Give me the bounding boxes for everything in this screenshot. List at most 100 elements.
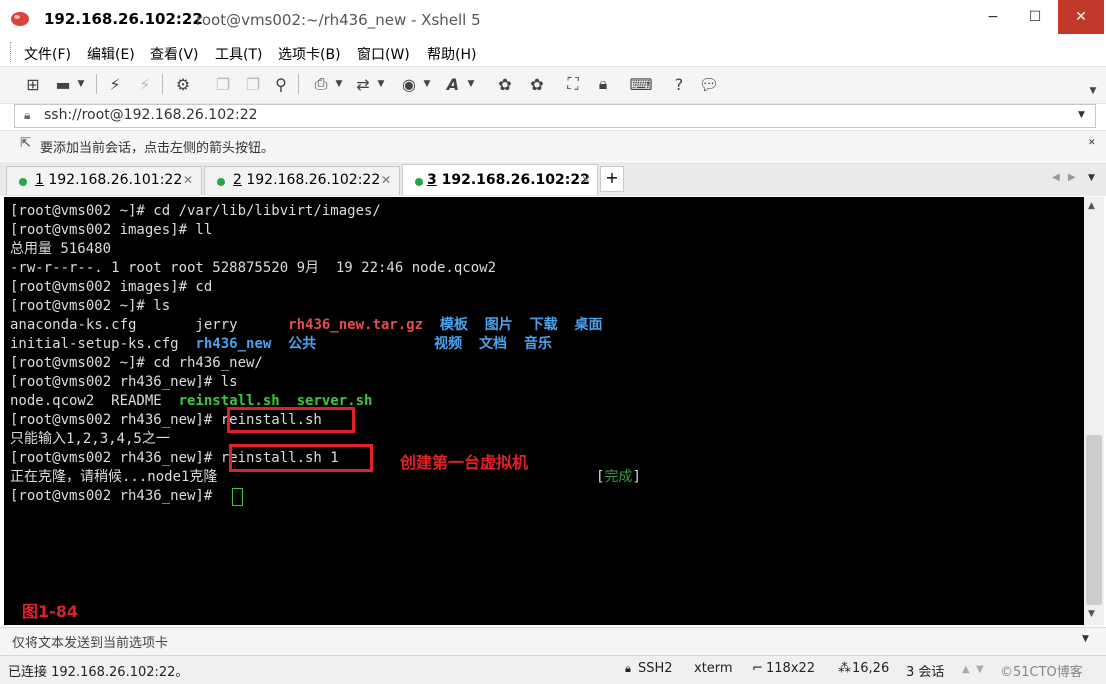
connected-dot-icon — [217, 178, 225, 186]
terminal-line: initial-setup-ks.cfg rh436_new 公共 视频 文档 … — [10, 335, 552, 354]
reconnect-icon[interactable]: ⚡ — [104, 73, 126, 95]
ssh-lock-icon: 🔒︎ — [625, 662, 631, 675]
tab-close-icon[interactable]: ✕ — [183, 173, 193, 187]
cursor-pos-icon: ⁂ — [838, 661, 851, 676]
send-bar-label: 仅将文本发送到当前选项卡 — [12, 636, 169, 651]
dir-listing: 模板 图片 下载 桌面 — [439, 317, 603, 333]
tab-label: 192.168.26.101:22 — [43, 172, 183, 188]
menu-view[interactable]: 查看(V) — [150, 44, 199, 64]
scroll-up-icon[interactable]: ▲ — [1088, 201, 1095, 211]
tab-session-2[interactable]: 2 192.168.26.102:22 ✕ — [204, 166, 400, 195]
watermark: ©51CTO博客 — [1000, 665, 1083, 680]
terminal-type: xterm — [694, 661, 733, 676]
tab-close-icon[interactable]: ✕ — [581, 173, 591, 187]
scroll-down-icon[interactable]: ▼ — [1088, 609, 1095, 619]
copy-icon[interactable]: ❐ — [212, 73, 234, 95]
cursor-position: 16,26 — [852, 661, 890, 676]
lock-icon[interactable]: 🔒︎ — [592, 73, 614, 95]
menu-help[interactable]: 帮助(H) — [427, 44, 476, 64]
tab-number: 1 — [35, 172, 44, 188]
xshell-logo-icon — [10, 9, 30, 27]
toolbar-separator — [298, 74, 299, 94]
terminal-line: [root@vms002 images]# cd — [10, 279, 213, 295]
window-title: root@vms002:~/rh436_new - Xshell 5 — [196, 11, 481, 29]
xftp-icon[interactable]: ✿ — [494, 73, 516, 95]
menu-window[interactable]: 窗口(W) — [357, 44, 410, 64]
bracket: ] — [632, 469, 641, 485]
highlight-box — [229, 444, 373, 472]
session-count: 3 会话 — [906, 665, 945, 680]
close-button[interactable]: ✕ — [1058, 0, 1104, 34]
add-tab-button[interactable]: + — [600, 166, 624, 192]
tab-scroll-right-icon[interactable]: ▶ — [1068, 172, 1076, 183]
tab-scroll-left-icon[interactable]: ◀ — [1052, 172, 1060, 183]
find-icon[interactable]: ⚲ — [270, 73, 292, 95]
connection-status: 已连接 192.168.26.102:22。 — [8, 665, 189, 680]
address-text[interactable]: ssh://root@192.168.26.102:22 — [44, 107, 258, 123]
keyboard-icon[interactable]: ⌨ — [629, 73, 652, 95]
scrollbar-thumb[interactable] — [1086, 435, 1102, 605]
terminal-line: [root@vms002 ~]# cd rh436_new/ — [10, 355, 263, 371]
toolbar-overflow-icon[interactable]: ▼ — [1088, 80, 1098, 102]
tab-session-1[interactable]: 1 192.168.26.101:22 ✕ — [6, 166, 202, 195]
globe-icon[interactable]: ◉ — [398, 73, 420, 95]
status-done: 完成 — [604, 469, 633, 485]
menu-tools[interactable]: 工具(T) — [215, 44, 262, 64]
clone-status: [完成] — [596, 468, 641, 487]
xmanager-icon[interactable]: ✿ — [526, 73, 548, 95]
close-hint-icon[interactable]: ✕ — [1088, 138, 1096, 148]
paste-icon[interactable]: ❐ — [242, 73, 264, 95]
transfer-icon[interactable]: ⇄ — [352, 73, 374, 95]
highlight-box — [227, 407, 355, 433]
chevron-down-icon[interactable]: ▼ — [1078, 110, 1085, 120]
menu-edit[interactable]: 编辑(E) — [87, 44, 135, 64]
session-down-icon[interactable]: ▼ — [976, 664, 984, 675]
tab-session-3[interactable]: 3 192.168.26.102:22 ✕ — [402, 164, 598, 195]
figure-label: 图1-84 — [22, 602, 79, 621]
terminal-line: [root@vms002 ~]# ls — [10, 298, 171, 314]
tab-label: 192.168.26.102:22 — [436, 172, 590, 188]
chevron-down-icon[interactable]: ▼ — [76, 73, 86, 95]
session-up-icon[interactable]: ▲ — [962, 664, 970, 675]
annotation-text: 创建第一台虚拟机 — [400, 453, 529, 472]
chevron-down-icon[interactable]: ▼ — [376, 73, 386, 95]
tab-close-icon[interactable]: ✕ — [381, 173, 391, 187]
menu-tabs[interactable]: 选项卡(B) — [278, 44, 341, 64]
arrow-icon[interactable]: ⇱ — [20, 136, 31, 151]
chevron-down-icon[interactable]: ▼ — [466, 73, 476, 95]
fullscreen-icon[interactable]: ⛶ — [562, 73, 584, 95]
terminal-cursor — [232, 488, 243, 506]
terminal-line: -rw-r--r--. 1 root root 528875520 9月 19 … — [10, 260, 497, 276]
toolbar-separator — [96, 74, 97, 94]
properties-icon[interactable]: ⚙ — [172, 73, 194, 95]
dir-listing: 视频 文档 音乐 — [434, 336, 552, 352]
resize-icon: ⌐ — [752, 661, 763, 676]
terminal-text: node.qcow2 README — [10, 393, 179, 409]
help-icon[interactable]: ? — [668, 73, 690, 95]
print-icon[interactable]: ⎙ — [310, 73, 332, 95]
chevron-down-icon[interactable]: ▼ — [334, 73, 344, 95]
session-hint-text: 要添加当前会话，点击左侧的箭头按钮。 — [40, 141, 275, 156]
font-icon[interactable]: A — [442, 73, 464, 95]
disconnect-icon[interactable]: ⚡ — [134, 73, 156, 95]
new-session-icon[interactable]: ⊞ — [22, 73, 44, 95]
terminal-line: 正在克隆，请稍候...node1克隆 — [10, 469, 218, 485]
chat-icon[interactable]: 💬︎ — [698, 73, 720, 95]
chevron-down-icon[interactable]: ▼ — [422, 73, 432, 95]
terminal-text: [root@vms002 rh436_new]# — [10, 412, 221, 428]
terminal-line: 总用量 516480 — [10, 241, 112, 257]
terminal-line: [root@vms002 ~]# cd /var/lib/libvirt/ima… — [10, 203, 381, 219]
terminal-text: initial-setup-ks.cfg — [10, 336, 196, 352]
minimize-button[interactable]: − — [972, 0, 1014, 34]
tab-list-icon[interactable]: ▼ — [1088, 173, 1095, 183]
terminal-line: 只能输入1,2,3,4,5之一 — [10, 431, 170, 447]
open-folder-icon[interactable]: ▬ — [52, 73, 74, 95]
maximize-button[interactable]: ☐ — [1014, 0, 1056, 34]
sendbar-menu-icon[interactable]: ▼ — [1082, 634, 1089, 644]
menu-file[interactable]: 文件(F) — [24, 44, 71, 64]
toolbar-separator — [162, 74, 163, 94]
terminal-line: [root@vms002 images]# ll — [10, 222, 213, 238]
menu-grip — [10, 42, 14, 62]
window-title-host: 192.168.26.102:22 — [44, 10, 203, 28]
tab-number: 2 — [233, 172, 242, 188]
